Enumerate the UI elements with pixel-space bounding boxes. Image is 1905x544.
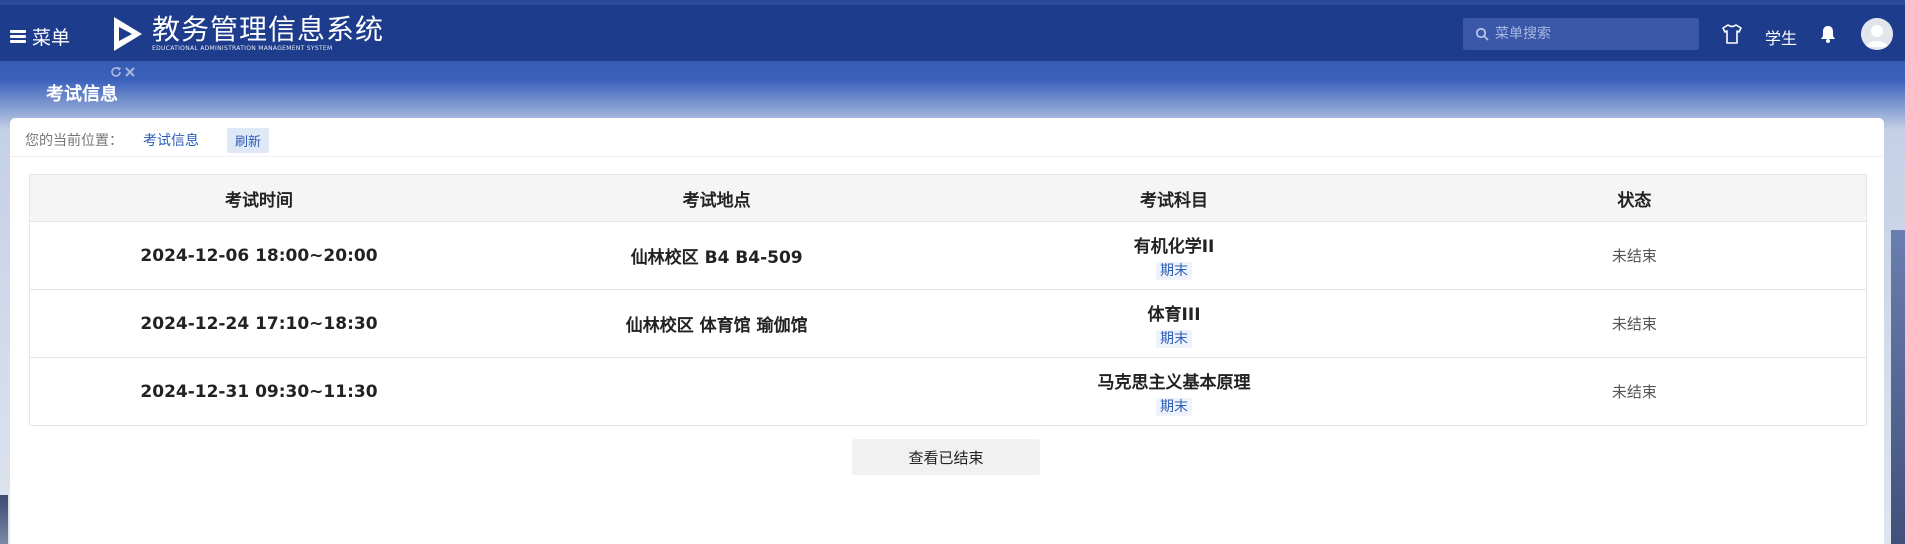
menu-search-box[interactable] bbox=[1463, 18, 1699, 50]
exam-time: 2024-12-06 18:00~20:00 bbox=[28, 221, 488, 290]
view-finished-button[interactable]: 查看已结束 bbox=[852, 439, 1040, 475]
exam-course-cell: 有机化学II 期末 bbox=[945, 221, 1403, 290]
close-icon[interactable] bbox=[124, 63, 136, 77]
breadcrumb: 您的当前位置： 考试信息 刷新 bbox=[25, 127, 270, 153]
refresh-icon[interactable] bbox=[110, 63, 122, 77]
search-icon bbox=[1475, 27, 1489, 41]
tab-strip: 考试信息 bbox=[0, 61, 1905, 117]
exam-time: 2024-12-24 17:10~18:30 bbox=[28, 289, 488, 358]
exam-status: 未结束 bbox=[1402, 221, 1867, 290]
exam-status: 未结束 bbox=[1402, 289, 1867, 358]
exam-table: 考试时间 考试地点 考试科目 状态 2024-12-06 18:00~20:00… bbox=[28, 174, 1867, 426]
exam-place bbox=[487, 357, 946, 426]
user-avatar-icon bbox=[1861, 18, 1893, 50]
menu-button[interactable]: 菜单 bbox=[10, 23, 70, 50]
column-header-place: 考试地点 bbox=[487, 174, 946, 222]
exam-type-badge: 期末 bbox=[1156, 397, 1193, 416]
app-logo[interactable]: 教务管理信息系统 EDUCATIONAL ADMINISTRATION MANA… bbox=[112, 15, 384, 53]
exam-place: 仙林校区 B4 B4-509 bbox=[487, 221, 946, 290]
shirt-icon[interactable] bbox=[1720, 22, 1744, 46]
hamburger-icon bbox=[10, 30, 26, 43]
column-header-course: 考试科目 bbox=[945, 174, 1403, 222]
tab-label: 考试信息 bbox=[46, 84, 118, 105]
exam-status: 未结束 bbox=[1402, 357, 1867, 426]
exam-type-badge: 期末 bbox=[1156, 261, 1193, 280]
exam-time: 2024-12-31 09:30~11:30 bbox=[28, 357, 488, 426]
breadcrumb-prefix: 您的当前位置： bbox=[25, 133, 123, 149]
content-panel: 您的当前位置： 考试信息 刷新 考试时间 考试地点 考试科目 状态 2024-1… bbox=[10, 118, 1884, 544]
avatar[interactable] bbox=[1861, 18, 1893, 50]
column-header-status: 状态 bbox=[1402, 174, 1867, 222]
app-title: 教务管理信息系统 bbox=[152, 13, 385, 46]
exam-course: 马克思主义基本原理 bbox=[1097, 372, 1251, 393]
background-building-left bbox=[0, 495, 8, 544]
tab-controls bbox=[110, 63, 136, 77]
breadcrumb-current[interactable]: 考试信息 bbox=[143, 130, 199, 150]
menu-search-input[interactable] bbox=[1493, 25, 1687, 43]
background-building bbox=[1891, 230, 1905, 544]
table-row: 2024-12-24 17:10~18:30 仙林校区 体育馆 瑜伽馆 体育II… bbox=[28, 289, 1867, 358]
bell-icon[interactable] bbox=[1819, 24, 1837, 44]
play-logo-icon bbox=[114, 17, 142, 51]
tab-exam-info[interactable]: 考试信息 bbox=[30, 73, 134, 113]
refresh-button[interactable]: 刷新 bbox=[227, 127, 270, 153]
exam-type-badge: 期末 bbox=[1156, 329, 1193, 348]
menu-label: 菜单 bbox=[32, 27, 71, 49]
top-navbar: 菜单 教务管理信息系统 EDUCATIONAL ADMINISTRATION M… bbox=[0, 5, 1905, 61]
exam-course: 体育III bbox=[1147, 304, 1201, 325]
exam-course: 有机化学II bbox=[1133, 236, 1215, 257]
role-label[interactable]: 学生 bbox=[1765, 25, 1797, 49]
table-row: 2024-12-06 18:00~20:00 仙林校区 B4 B4-509 有机… bbox=[28, 221, 1867, 290]
table-row: 2024-12-31 09:30~11:30 马克思主义基本原理 期末 未结束 bbox=[28, 357, 1867, 426]
table-header-row: 考试时间 考试地点 考试科目 状态 bbox=[28, 174, 1867, 222]
exam-place: 仙林校区 体育馆 瑜伽馆 bbox=[487, 289, 946, 358]
app-subtitle: EDUCATIONAL ADMINISTRATION MANAGEMENT SY… bbox=[152, 45, 333, 52]
column-header-time: 考试时间 bbox=[28, 174, 488, 222]
exam-course-cell: 体育III 期末 bbox=[945, 289, 1403, 358]
divider bbox=[10, 156, 1884, 157]
exam-course-cell: 马克思主义基本原理 期末 bbox=[945, 357, 1403, 426]
